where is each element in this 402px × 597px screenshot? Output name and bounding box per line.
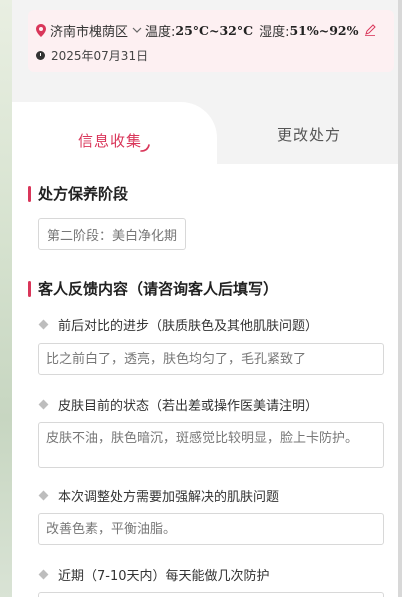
date-text: 2025年07月31日 — [51, 48, 149, 63]
tab-change-prescription-label: 更改处方 — [277, 126, 342, 144]
form-panel: 信息收集 更改处方 处方保养阶段 第二阶段：美白净化期 客人反馈内容（请咨询客人… — [12, 92, 398, 597]
background-strip — [0, 0, 12, 597]
location-pin-icon — [36, 23, 46, 37]
temperature-value: 25°C~32°C — [175, 22, 254, 38]
section-title-feedback: 客人反馈内容（请咨询客人后填写） — [28, 278, 278, 299]
section-title-stage: 处方保养阶段 — [28, 183, 128, 204]
question-skin-state-label: 皮肤目前的状态（若出差或操作医美请注明） — [58, 399, 319, 414]
section-accent-bar — [28, 280, 31, 297]
diamond-bullet-icon — [38, 490, 49, 501]
humidity-label: 湿度: — [259, 24, 290, 40]
active-tab-indicator-icon — [140, 144, 150, 152]
section-title-stage-text: 处方保养阶段 — [38, 185, 129, 203]
question-skin-issues: 本次调整处方需要加强解决的肌肤问题 — [38, 486, 279, 505]
section-accent-bar — [28, 185, 31, 202]
date-row: 2025年07月31日 — [36, 46, 148, 64]
question-skin-issues-label: 本次调整处方需要加强解决的肌肤问题 — [58, 490, 280, 505]
answer-skin-issues-field[interactable]: 改善色素，平衡油脂。 — [38, 513, 384, 545]
diamond-bullet-icon — [38, 319, 49, 330]
answer-protection-count-field[interactable] — [38, 592, 384, 597]
stage-value-field[interactable]: 第二阶段：美白净化期 — [38, 218, 187, 250]
answer-skin-state-field[interactable]: 皮肤不油，肤色暗沉，斑感觉比较明显，脸上卡防护。 — [38, 422, 384, 468]
edit-pencil-icon[interactable] — [364, 24, 376, 36]
diamond-bullet-icon — [38, 399, 49, 410]
weather-info-card: 济南市槐荫区 温度: 25°C~32°C 湿度: 51%~92% 2025年07… — [28, 10, 394, 72]
section-title-feedback-text: 客人反馈内容（请咨询客人后填写） — [38, 280, 279, 298]
tab-bar: 信息收集 更改处方 — [12, 92, 398, 164]
temperature-label: 温度: — [145, 24, 176, 40]
diamond-bullet-icon — [38, 569, 49, 580]
question-progress-label: 前后对比的进步（肤质肤色及其他肌肤问题） — [58, 319, 319, 334]
clock-icon — [36, 50, 45, 60]
city-selector[interactable]: 济南市槐荫区 — [50, 21, 128, 40]
tab-info-collection[interactable]: 信息收集 — [12, 102, 217, 164]
tab-info-collection-label: 信息收集 — [78, 132, 143, 150]
tab-change-prescription[interactable]: 更改处方 — [217, 102, 398, 164]
question-skin-state: 皮肤目前的状态（若出差或操作医美请注明） — [38, 395, 318, 414]
scrollbar-track[interactable] — [398, 0, 402, 597]
chevron-down-icon[interactable] — [132, 25, 142, 35]
answer-progress-field[interactable]: 比之前白了，透亮，肤色均匀了，毛孔紧致了 — [38, 343, 384, 375]
humidity-value: 51%~92% — [289, 22, 359, 38]
question-protection-count: 近期（7-10天内）每天能做几次防护 — [38, 565, 270, 584]
question-progress: 前后对比的进步（肤质肤色及其他肌肤问题） — [38, 315, 318, 334]
question-protection-count-label: 近期（7-10天内）每天能做几次防护 — [58, 569, 270, 584]
location-weather-row: 济南市槐荫区 温度: 25°C~32°C 湿度: 51%~92% — [36, 20, 376, 40]
